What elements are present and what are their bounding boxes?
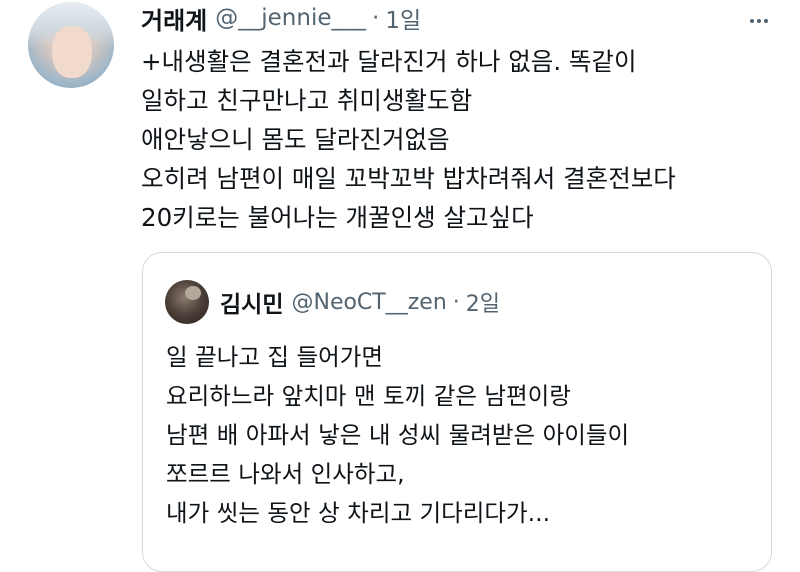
quote-author-handle[interactable]: @NeoCT__zen: [291, 290, 446, 315]
quote-line: 일 끝나고 집 들어가면: [166, 343, 383, 371]
quote-line: 요리하느라 앞치마 맨 토끼 같은 남편이랑: [166, 382, 571, 410]
quote-author-avatar[interactable]: [165, 280, 209, 324]
quote-header: 김시민 @NeoCT__zen · 2일: [220, 285, 500, 319]
tweet-body: +내생활은 결혼전과 달라진거 하나 없음. 똑같이 일하고 친구만나고 취미생…: [141, 42, 781, 237]
tweet-line: 애안낳으니 몸도 달라진거없음: [141, 125, 450, 154]
quote-timestamp[interactable]: 2일: [466, 286, 500, 318]
separator-dot: ·: [452, 289, 460, 315]
author-avatar[interactable]: [28, 2, 114, 88]
author-handle[interactable]: @__jennie___: [215, 5, 366, 31]
quote-line: 쪼르르 나와서 인사하고,: [166, 460, 405, 488]
separator-dot: ·: [372, 5, 380, 31]
tweet-line: 오히려 남편이 매일 꼬박꼬박 밥차려줘서 결혼전보다: [141, 164, 676, 193]
more-horizontal-icon: [764, 19, 768, 23]
avatar-face: [52, 26, 92, 78]
tweet-line: 20키로는 불어나는 개꿀인생 살고싶다: [141, 203, 534, 232]
quote-author-name[interactable]: 김시민: [220, 285, 283, 319]
author-name[interactable]: 거래계: [141, 1, 207, 36]
quote-line: 남편 배 아파서 낳은 내 성씨 물려받은 아이들이: [166, 421, 630, 449]
more-horizontal-icon: [757, 19, 761, 23]
avatar-highlight: [185, 286, 201, 300]
more-options-button[interactable]: [748, 10, 770, 32]
tweet-line: +내생활은 결혼전과 달라진거 하나 없음. 똑같이: [141, 47, 637, 76]
tweet-header: 거래계 @__jennie___ · 1일: [141, 1, 421, 36]
more-horizontal-icon: [750, 19, 754, 23]
quote-line: 내가 씻는 동안 상 차리고 기다리다가...: [166, 499, 551, 527]
tweet-line: 일하고 친구만나고 취미생활도함: [141, 86, 473, 115]
tweet-timestamp[interactable]: 1일: [385, 1, 421, 35]
quote-body: 일 끝나고 집 들어가면 요리하느라 앞치마 맨 토끼 같은 남편이랑 남편 배…: [166, 338, 629, 533]
